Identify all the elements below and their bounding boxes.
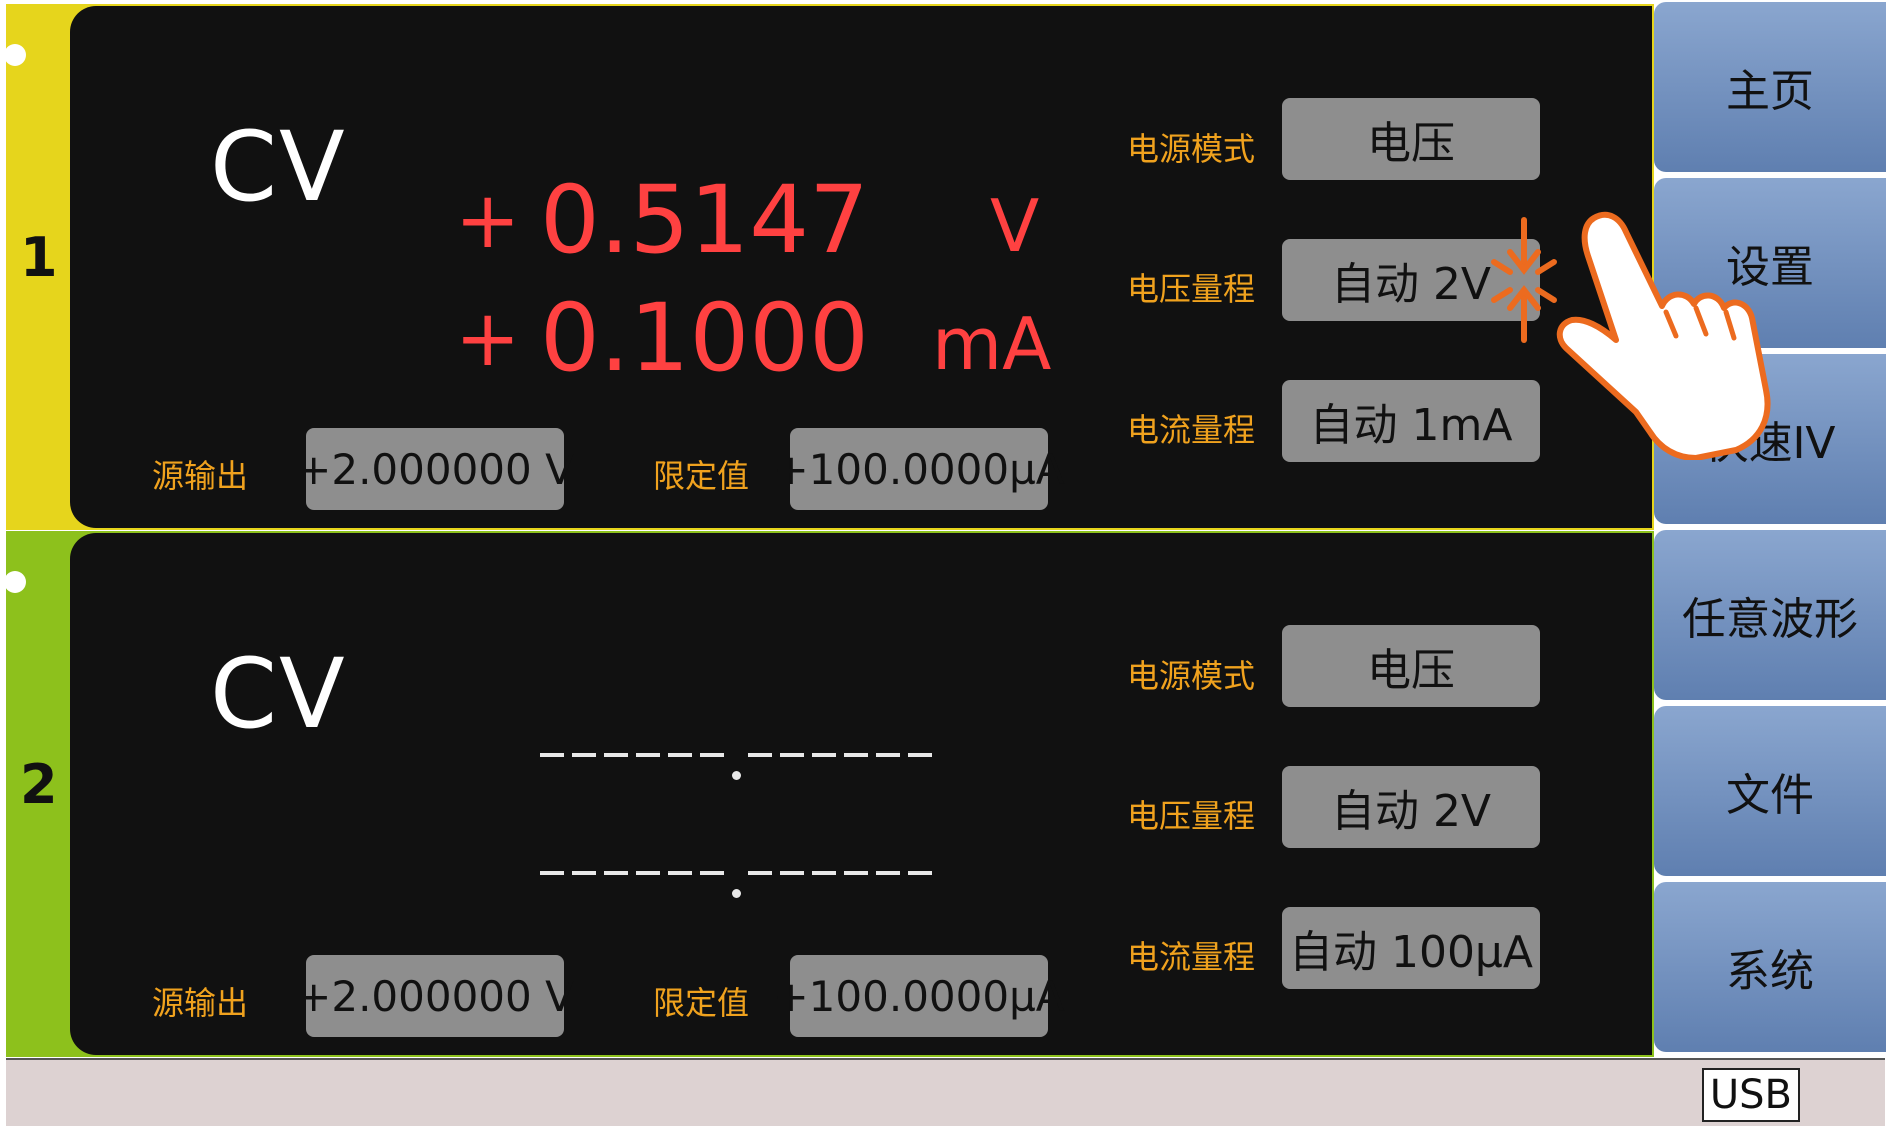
channel-1-voltage-range-label: 电压量程 xyxy=(1127,270,1256,308)
channel-2-limit-label: 限定值 xyxy=(653,984,750,1022)
usb-status-indicator: USB xyxy=(1701,1068,1800,1122)
channel-1-power-mode-label: 电源模式 xyxy=(1127,130,1256,168)
channel-2-notch xyxy=(4,571,26,593)
channel-1-limit-label: 限定值 xyxy=(653,457,750,495)
channel-2-power-mode-label: 电源模式 xyxy=(1127,657,1256,695)
channel-2-panel[interactable]: 2 CV 源输出 +2.000000 V 限定值 +100.0000µA 电源模… xyxy=(4,531,1654,1057)
channel-1-current-unit: mA xyxy=(932,302,1052,386)
channel-2-display: CV 源输出 +2.000000 V 限定值 +100.0000µA 电源模式 … xyxy=(70,533,1652,1055)
smu-screen: 1 CV + 0.5147 V + 0.1000 mA 源输出 +2.00000… xyxy=(0,0,1891,1128)
menu-arbitrary-waveform-button[interactable]: 任意波形 xyxy=(1654,530,1886,700)
channel-2-source-output-label: 源输出 xyxy=(152,984,249,1022)
channel-2-current-range-button[interactable]: 自动 100µA xyxy=(1282,907,1540,989)
channel-1-source-output-field[interactable]: +2.000000 V xyxy=(296,428,574,510)
channel-1-voltage-reading: 0.5147 xyxy=(540,166,869,275)
channel-1-source-output-label: 源输出 xyxy=(152,457,249,495)
channel-1-current-range-label: 电流量程 xyxy=(1127,411,1256,449)
channel-1-current-sign: + xyxy=(455,294,521,384)
channel-2-current-range-label: 电流量程 xyxy=(1127,938,1256,976)
channel-1-limit-field[interactable]: +100.0000µA xyxy=(773,428,1065,510)
channel-1-number: 1 xyxy=(20,226,58,289)
channel-1-panel[interactable]: 1 CV + 0.5147 V + 0.1000 mA 源输出 +2.00000… xyxy=(4,4,1654,530)
channel-2-number: 2 xyxy=(20,753,58,816)
channel-1-voltage-unit: V xyxy=(990,184,1040,268)
menu-file-button[interactable]: 文件 xyxy=(1654,706,1886,876)
channel-2-voltage-range-button[interactable]: 自动 2V xyxy=(1282,766,1540,848)
channel-1-current-reading: 0.1000 xyxy=(540,284,869,393)
channel-2-voltage-range-label: 电压量程 xyxy=(1127,797,1256,835)
channel-1-display: CV + 0.5147 V + 0.1000 mA 源输出 +2.000000 … xyxy=(70,6,1652,528)
channel-2-mode: CV xyxy=(210,638,347,750)
status-bar: USB xyxy=(6,1058,1885,1126)
channel-2-source-output-field[interactable]: +2.000000 V xyxy=(296,955,574,1037)
channel-1-tab[interactable]: 1 xyxy=(4,6,66,528)
side-menu: 主页 设置 快速IV 任意波形 文件 系统 xyxy=(1654,0,1891,1058)
channel-1-notch xyxy=(4,44,26,66)
pinch-hand-icon xyxy=(1491,211,1771,460)
menu-home-button[interactable]: 主页 xyxy=(1654,2,1886,172)
menu-system-button[interactable]: 系统 xyxy=(1654,882,1886,1052)
channel-2-limit-field[interactable]: +100.0000µA xyxy=(773,955,1065,1037)
channel-1-voltage-sign: + xyxy=(455,176,521,266)
channel-2-power-mode-button[interactable]: 电压 xyxy=(1282,625,1540,707)
channel-2-tab[interactable]: 2 xyxy=(4,533,66,1055)
channel-1-mode: CV xyxy=(210,111,347,223)
channel-1-power-mode-button[interactable]: 电压 xyxy=(1282,98,1540,180)
